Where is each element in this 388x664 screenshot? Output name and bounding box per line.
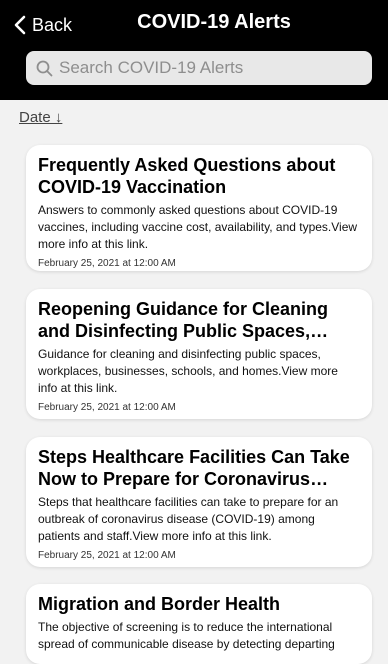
alert-title: Migration and Border Health [38,594,281,614]
alert-card[interactable]: Reopening Guidance for Cleaning and Disi… [26,289,372,419]
alert-date: February 25, 2021 at 12:00 AM [38,258,176,269]
alert-description: Steps that healthcare facilities can tak… [38,495,339,543]
alert-date: February 25, 2021 at 12:00 AM [38,402,176,413]
search-input[interactable] [59,58,349,78]
search-bar[interactable] [26,51,372,85]
alert-card[interactable]: Frequently Asked Questions about COVID-1… [26,145,372,271]
alert-description: Answers to commonly asked questions abou… [38,203,358,251]
nav-header: Back COVID-19 Alerts [0,0,388,100]
alert-title: Reopening Guidance for Cleaning and Disi… [38,299,329,341]
page-title: COVID-19 Alerts [137,11,291,33]
alert-date: February 25, 2021 at 12:00 AM [38,550,176,561]
search-icon [36,60,53,76]
alert-card[interactable]: Migration and Border Health The objectiv… [26,584,372,664]
alert-title: Frequently Asked Questions about COVID-1… [38,155,336,197]
alert-description: Guidance for cleaning and disinfecting p… [38,347,338,395]
alert-title: Steps Healthcare Facilities Can Take Now… [38,447,350,489]
alert-card[interactable]: Steps Healthcare Facilities Can Take Now… [26,437,372,567]
sort-date-button[interactable]: Date ↓ [19,109,62,126]
alert-description: The objective of screening is to reduce … [38,620,335,651]
